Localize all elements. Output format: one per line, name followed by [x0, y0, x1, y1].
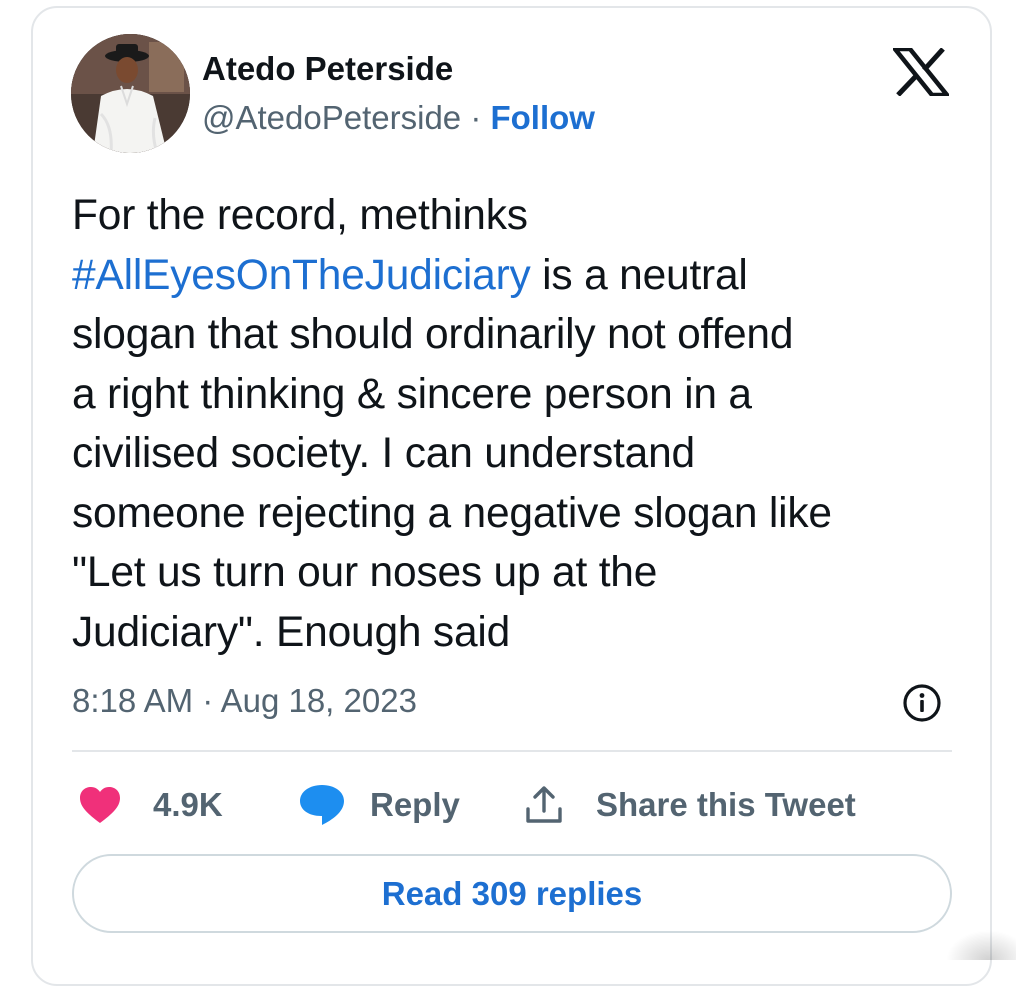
- like-button[interactable]: 4.9K: [78, 783, 223, 827]
- share-button[interactable]: Share this Tweet: [524, 783, 856, 827]
- tweet-text: For the record, methinks #AllEyesOnTheJu…: [72, 186, 972, 662]
- author-avatar[interactable]: [71, 34, 190, 153]
- handle-separator: ·: [461, 99, 491, 136]
- reply-label: Reply: [370, 786, 460, 823]
- tweet-timestamp[interactable]: 8:18 AM · Aug 18, 2023: [72, 682, 417, 720]
- follow-button[interactable]: Follow: [490, 99, 594, 136]
- tweet-line: slogan that should ordinarily not offend: [72, 311, 794, 358]
- author-handle[interactable]: @AtedoPeterside: [202, 99, 461, 136]
- divider: [72, 750, 952, 752]
- share-upload-icon: [526, 786, 562, 823]
- author-name[interactable]: Atedo Peterside: [202, 50, 453, 88]
- author-handle-row: @AtedoPeterside · Follow: [202, 99, 595, 137]
- like-count: 4.9K: [153, 786, 223, 823]
- tweet-line: Judiciary". Enough said: [72, 608, 511, 656]
- reply-bubble-icon: [300, 785, 344, 825]
- corner-shadow: [946, 930, 1016, 960]
- tweet-line: a right thinking & sincere person in a: [72, 370, 752, 418]
- tweet-line: "Let us turn our noses up at the: [72, 549, 658, 596]
- read-replies-button[interactable]: Read 309 replies: [72, 854, 952, 933]
- tweet-line: someone rejecting a negative slogan like: [72, 489, 832, 537]
- reply-button[interactable]: Reply: [298, 783, 460, 827]
- tweet-line-text: is a neutral: [530, 251, 748, 299]
- tweet-line: #AllEyesOnTheJudiciary is a neutral: [72, 246, 972, 306]
- heart-icon: [80, 787, 120, 823]
- avatar-photo: [71, 34, 190, 153]
- x-logo-icon[interactable]: [890, 46, 952, 98]
- tweet-line: civilised society. I can understand: [72, 430, 695, 477]
- hashtag-link[interactable]: #AllEyesOnTheJudiciary: [72, 252, 531, 299]
- share-label: Share this Tweet: [596, 786, 856, 823]
- info-circle-icon[interactable]: [902, 683, 942, 723]
- tweet-line: For the record, methinks: [72, 192, 528, 239]
